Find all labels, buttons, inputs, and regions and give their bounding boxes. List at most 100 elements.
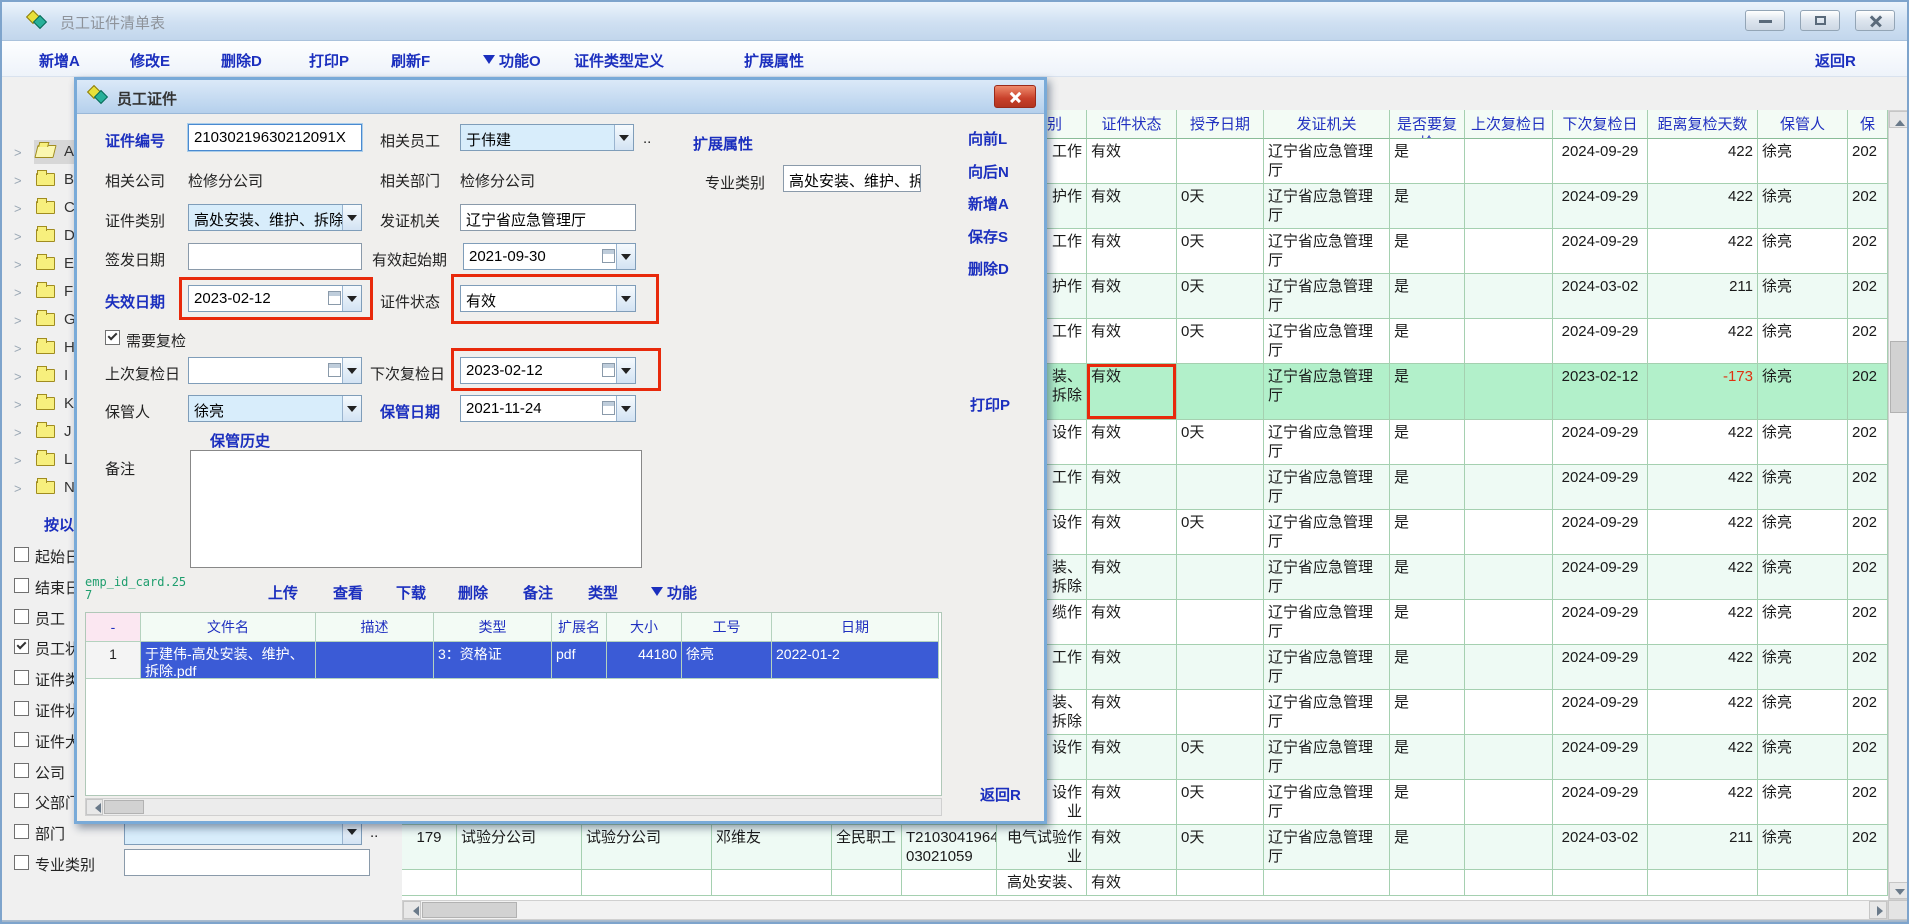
chevron-right-icon[interactable]: >	[14, 285, 22, 300]
checkbox[interactable]	[14, 701, 29, 716]
table-cell	[1465, 420, 1553, 465]
keep-date-datepicker[interactable]: 2021-11-24	[460, 395, 636, 422]
dialog-nav-link-3[interactable]: 新增A	[968, 193, 1009, 214]
employee-more-button[interactable]: ..	[643, 130, 651, 147]
table-row[interactable]: 高处安装、有效	[402, 870, 1888, 896]
attachment-action-3[interactable]: 下载	[396, 582, 426, 603]
checkbox[interactable]	[14, 855, 29, 870]
attachment-action-5[interactable]: 备注	[523, 582, 553, 603]
next-recheck-datepicker[interactable]: 2023-02-12	[460, 357, 636, 384]
scroll-left-button[interactable]	[403, 901, 421, 919]
table-cell: pdf	[552, 642, 607, 679]
chevron-right-icon[interactable]: >	[14, 173, 22, 188]
checkbox[interactable]	[14, 670, 29, 685]
close-button[interactable]	[1855, 10, 1895, 31]
table-cell: 2023-02-12	[1553, 364, 1648, 420]
toolbar-item-2[interactable]: 修改E	[130, 50, 170, 71]
vertical-scroll-thumb[interactable]	[1890, 341, 1909, 413]
dialog-nav-link-1[interactable]: 向前L	[968, 128, 1007, 149]
horizontal-scroll-thumb[interactable]	[422, 902, 517, 918]
chevron-right-icon[interactable]: >	[14, 229, 22, 244]
chevron-right-icon[interactable]: >	[14, 397, 22, 412]
horizontal-scroll-thumb[interactable]	[104, 800, 144, 814]
status-combobox[interactable]: 有效	[460, 285, 636, 312]
table-horizontal-scrollbar[interactable]	[402, 900, 1888, 920]
dialog-back-link[interactable]: 返回R	[980, 784, 1021, 805]
toolbar-item-4[interactable]: 打印P	[309, 50, 349, 71]
checkbox[interactable]	[14, 793, 29, 808]
employee-combobox[interactable]: 于伟建	[460, 124, 634, 151]
expire-date-datepicker[interactable]: 2023-02-12	[188, 285, 362, 312]
checkbox[interactable]	[14, 732, 29, 747]
attachment-action-4[interactable]: 删除	[458, 582, 488, 603]
checkbox[interactable]	[14, 578, 29, 593]
table-vertical-scrollbar[interactable]	[1888, 110, 1909, 900]
minimize-button[interactable]	[1745, 10, 1785, 31]
table-cell: 0天	[1177, 735, 1264, 780]
sign-date-input[interactable]	[188, 243, 362, 270]
dialog-nav-link-4[interactable]: 保存S	[968, 226, 1008, 247]
chevron-right-icon[interactable]: >	[14, 201, 22, 216]
attachment-action-6[interactable]: 类型	[588, 582, 618, 603]
scroll-left-button[interactable]	[86, 799, 103, 815]
dialog-close-button[interactable]	[994, 85, 1036, 108]
table-cell: 202	[1848, 420, 1888, 465]
table-row[interactable]: 179试验分公司试验分公司邓维友全民职工T2103041964 03021059…	[402, 825, 1888, 870]
scroll-right-button[interactable]	[1869, 901, 1887, 919]
attachment-row[interactable]: 1于建伟-高处安装、维护、拆除.pdf3：资格证pdf44180徐亮2022-0…	[86, 642, 941, 679]
toolbar-item-6[interactable]: 功能O	[483, 50, 541, 71]
checkbox[interactable]	[14, 763, 29, 778]
attachment-action-1[interactable]: 上传	[268, 582, 298, 603]
cert-no-input[interactable]: 21030219630212091X	[188, 124, 362, 151]
scroll-down-button[interactable]	[1889, 882, 1909, 899]
keeper-combobox[interactable]: 徐亮	[188, 395, 362, 422]
chevron-down-icon[interactable]	[616, 358, 635, 383]
chevron-right-icon[interactable]: >	[14, 425, 22, 440]
sign-date-label: 签发日期	[105, 249, 165, 270]
dept-more-button[interactable]: ..	[370, 824, 378, 841]
toolbar-item-5[interactable]: 刷新F	[391, 50, 430, 71]
chevron-down-icon[interactable]	[342, 205, 361, 230]
filter-condition-link[interactable]: 按以	[44, 514, 74, 535]
chevron-down-icon[interactable]	[616, 396, 635, 421]
checkbox[interactable]	[14, 824, 29, 839]
chevron-right-icon[interactable]: >	[14, 341, 22, 356]
toolbar-item-3[interactable]: 删除D	[221, 50, 262, 71]
major-input[interactable]: 高处安装、维护、拆除作	[783, 165, 921, 192]
chevron-down-icon[interactable]	[616, 286, 635, 311]
restore-button[interactable]	[1800, 10, 1840, 31]
chevron-down-icon[interactable]	[616, 244, 635, 269]
attachment-func-menu[interactable]: 功能	[651, 582, 697, 603]
chevron-down-icon[interactable]	[342, 286, 361, 311]
keep-history-link[interactable]: 保管历史	[210, 430, 270, 451]
chevron-down-icon[interactable]	[342, 358, 361, 383]
chevron-right-icon[interactable]: >	[14, 313, 22, 328]
scroll-up-button[interactable]	[1889, 111, 1909, 128]
dialog-nav-link-2[interactable]: 向后N	[968, 161, 1009, 182]
chevron-down-icon[interactable]	[614, 125, 633, 150]
valid-from-datepicker[interactable]: 2021-09-30	[463, 243, 636, 270]
chevron-right-icon[interactable]: >	[14, 481, 22, 496]
dialog-nav-link-5[interactable]: 删除D	[968, 258, 1009, 279]
remark-textarea[interactable]	[190, 450, 642, 568]
dialog-horizontal-scrollbar[interactable]	[85, 798, 942, 816]
need-recheck-checkbox[interactable]	[105, 330, 120, 345]
checkbox[interactable]	[14, 609, 29, 624]
toolbar-item-7[interactable]: 证件类型定义	[574, 50, 664, 71]
chevron-right-icon[interactable]: >	[14, 257, 22, 272]
print-link[interactable]: 打印P	[970, 394, 1010, 415]
toolbar-item-1[interactable]: 新增A	[39, 50, 80, 71]
toolbar-item-8[interactable]: 扩展属性	[744, 50, 804, 71]
cert-type-combobox[interactable]: 高处安装、维护、拆除	[188, 204, 362, 231]
chevron-down-icon[interactable]	[342, 396, 361, 421]
checkbox[interactable]	[14, 639, 29, 654]
last-recheck-datepicker[interactable]	[188, 357, 362, 384]
issuer-input[interactable]: 辽宁省应急管理厅	[460, 204, 636, 231]
back-button[interactable]: 返回R	[1815, 50, 1856, 71]
chevron-right-icon[interactable]: >	[14, 369, 22, 384]
major-filter-input[interactable]	[124, 849, 370, 876]
chevron-right-icon[interactable]: >	[14, 145, 22, 160]
checkbox[interactable]	[14, 547, 29, 562]
attachment-action-2[interactable]: 查看	[333, 582, 363, 603]
chevron-right-icon[interactable]: >	[14, 453, 22, 468]
